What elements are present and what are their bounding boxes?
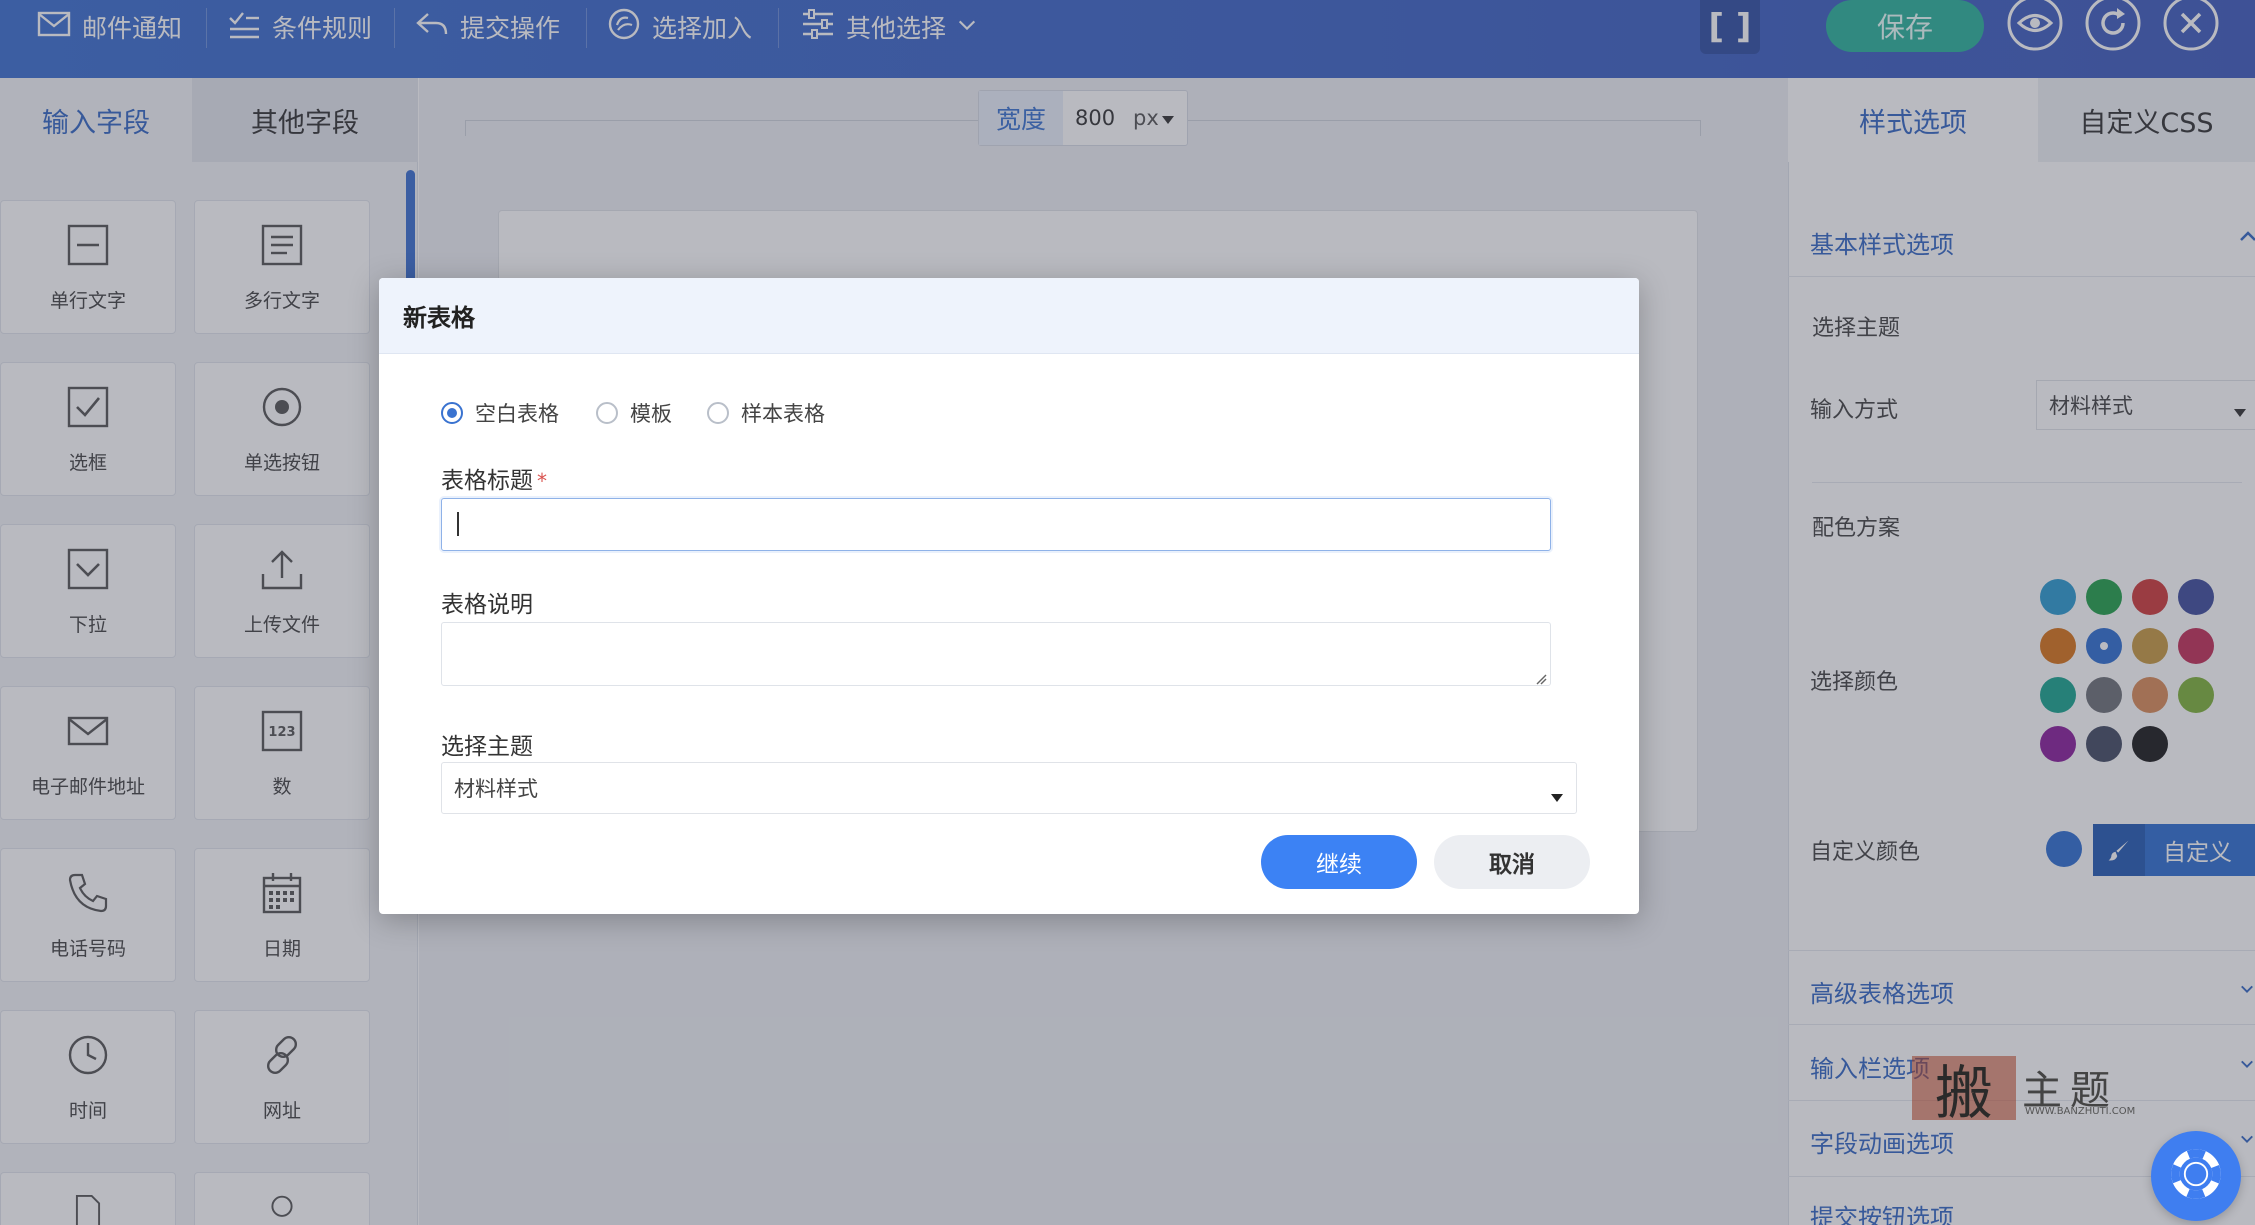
form-title-input[interactable] [441,498,1551,551]
theme-select-value: 材料样式 [454,777,538,801]
form-title-label: 表格标题 * [441,461,547,495]
option-sample-form[interactable]: 样本表格 [707,398,825,428]
text-cursor [457,512,459,536]
option-label: 样本表格 [741,402,825,426]
form-description-label: 表格说明 [441,592,533,618]
required-mark: * [537,469,547,493]
dialog-title: 新表格 [379,278,1639,354]
lifebuoy-icon [2168,1146,2224,1206]
option-blank-form[interactable]: 空白表格 [441,398,559,428]
theme-select-label: 选择主题 [441,734,533,760]
radio-icon [707,402,729,424]
radio-selected-icon [441,402,463,424]
continue-button[interactable]: 继续 [1261,835,1417,889]
watermark-url: WWW.BANZHUTI.COM [2025,1106,2136,1117]
new-form-dialog [379,278,1639,914]
theme-select[interactable]: 材料样式 [441,762,1577,814]
option-label: 模板 [630,402,672,426]
cancel-button[interactable]: 取消 [1434,835,1590,889]
watermark-seal: 搬 [1912,1056,2016,1127]
form-title-label-text: 表格标题 [441,468,533,494]
option-template[interactable]: 模板 [596,398,672,428]
help-button[interactable] [2151,1131,2241,1221]
radio-icon [596,402,618,424]
option-label: 空白表格 [475,402,559,426]
resize-handle-icon[interactable] [1535,670,1547,689]
form-description-textarea[interactable] [441,622,1551,686]
caret-down-icon [1550,784,1564,808]
